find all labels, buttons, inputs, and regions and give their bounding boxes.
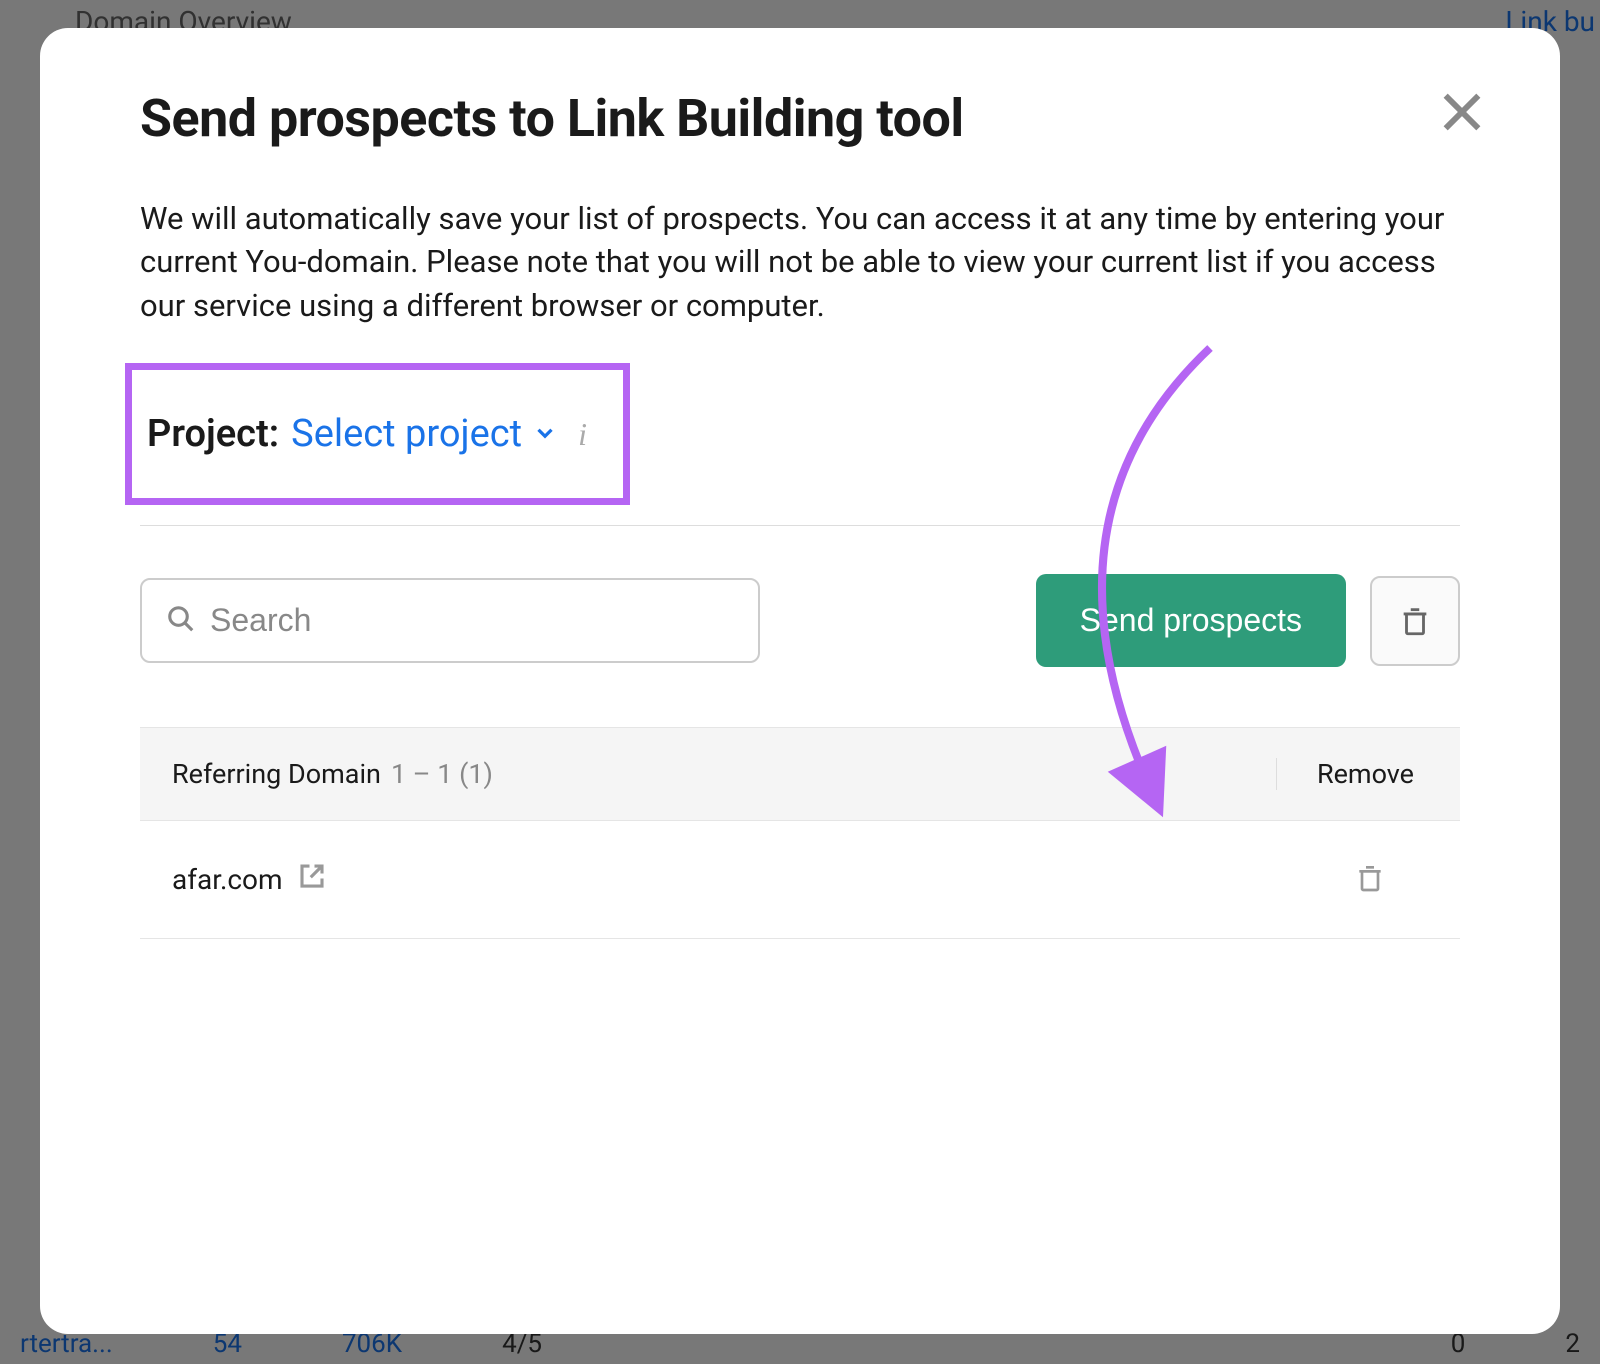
domain-cell[interactable]: afar.com	[172, 861, 327, 898]
project-label: Project:	[147, 412, 279, 456]
table-row: afar.com	[140, 821, 1460, 939]
trash-icon	[1398, 604, 1432, 638]
domain-text: afar.com	[172, 863, 283, 896]
trash-icon	[1354, 862, 1386, 894]
select-project-text: Select project	[291, 412, 522, 456]
external-link-icon	[297, 861, 327, 898]
modal-description: We will automatically save your list of …	[140, 197, 1460, 327]
info-icon[interactable]: i	[578, 416, 587, 453]
divider	[140, 525, 1460, 526]
table-header: Referring Domain 1 – 1 (1) Remove	[140, 727, 1460, 821]
row-delete-button[interactable]	[1354, 862, 1428, 898]
action-row: Send prospects	[140, 574, 1460, 667]
select-project-dropdown[interactable]: Select project	[291, 412, 558, 456]
modal-title: Send prospects to Link Building tool	[140, 88, 1460, 149]
delete-all-button[interactable]	[1370, 576, 1460, 666]
col-remove: Remove	[1276, 758, 1428, 790]
close-icon	[1434, 84, 1490, 140]
search-icon	[166, 604, 196, 638]
search-box[interactable]	[140, 578, 760, 663]
col-referring-domain: Referring Domain	[172, 758, 381, 790]
project-selector-highlight: Project: Select project i	[125, 363, 630, 505]
search-input[interactable]	[210, 602, 734, 639]
send-prospects-modal: Send prospects to Link Building tool We …	[40, 28, 1560, 1334]
col-count: 1 – 1 (1)	[391, 758, 493, 790]
close-button[interactable]	[1434, 84, 1490, 144]
send-prospects-button[interactable]: Send prospects	[1036, 574, 1346, 667]
chevron-down-icon	[532, 412, 558, 456]
